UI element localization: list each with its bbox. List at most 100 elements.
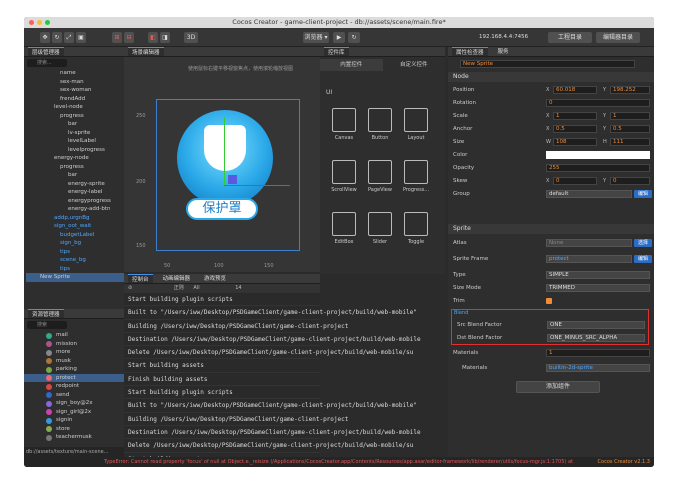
widget-item[interactable]: Progress...: [398, 157, 434, 199]
position-y-input[interactable]: 198.252: [610, 86, 650, 94]
asset-item[interactable]: parking: [24, 365, 124, 374]
add-component-button[interactable]: 添加组件: [516, 381, 600, 393]
materials-count[interactable]: 1: [546, 349, 650, 357]
console-tab[interactable]: 控制台: [128, 274, 153, 283]
x-axis-gizmo[interactable]: [224, 185, 290, 186]
hierarchy-node[interactable]: sign_bg: [26, 239, 124, 248]
hierarchy-node[interactable]: name: [26, 69, 124, 78]
material-input[interactable]: builtin-2d-sprite: [546, 364, 650, 372]
clear-icon[interactable]: ⊘: [128, 285, 132, 291]
skew-x-input[interactable]: 0: [553, 177, 597, 185]
hierarchy-node[interactable]: tips: [26, 248, 124, 257]
shield-sprite[interactable]: [177, 110, 273, 206]
center-icon[interactable]: ◨: [160, 32, 170, 43]
widget-item[interactable]: Canvas: [326, 105, 362, 147]
hierarchy-node[interactable]: progress: [26, 112, 124, 121]
hierarchy-node[interactable]: bar: [26, 171, 124, 180]
atlas-select-button[interactable]: 选择: [634, 239, 652, 247]
move-tool-icon[interactable]: ✥: [40, 32, 50, 43]
service-tab[interactable]: 服务: [494, 47, 513, 56]
hierarchy-node[interactable]: lv-sprite: [26, 129, 124, 138]
widget-item[interactable]: Toggle: [398, 209, 434, 251]
widget-item[interactable]: Layout: [398, 105, 434, 147]
close-button[interactable]: [29, 20, 34, 25]
hierarchy-node[interactable]: New Sprite: [26, 273, 124, 282]
assets-search[interactable]: 搜索: [27, 321, 67, 329]
opacity-input[interactable]: 255: [546, 164, 650, 172]
frame-edit-button[interactable]: 编辑: [634, 255, 652, 263]
widgets-tab[interactable]: 控件库: [324, 47, 349, 56]
rect-tool-icon[interactable]: ▣: [76, 32, 86, 43]
anchor-y-input[interactable]: 0.5: [610, 125, 650, 133]
asset-item[interactable]: store: [24, 425, 124, 434]
widget-item[interactable]: ScrollView: [326, 157, 362, 199]
size-w-input[interactable]: 108: [553, 138, 597, 146]
asset-item[interactable]: sign_girl@2x: [24, 408, 124, 417]
hierarchy-node[interactable]: scene_bg: [26, 256, 124, 265]
y-axis-gizmo[interactable]: [224, 117, 225, 185]
widget-item[interactable]: Button: [362, 105, 398, 147]
anchor-x-input[interactable]: 0.5: [553, 125, 597, 133]
rotate-tool-icon[interactable]: ↻: [52, 32, 62, 43]
hierarchy-node[interactable]: levelprogress: [26, 146, 124, 155]
hierarchy-node[interactable]: level-node: [26, 103, 124, 112]
hierarchy-node[interactable]: energyprogress: [26, 197, 124, 206]
sizemode-select[interactable]: TRIMMED: [546, 284, 650, 292]
console-tab[interactable]: 游戏预览: [200, 274, 230, 283]
console-tab[interactable]: 动画编辑器: [159, 274, 195, 283]
src-blend-select[interactable]: ONE: [547, 321, 645, 329]
scene-tab[interactable]: 场景编辑器: [128, 47, 164, 56]
zoom-button[interactable]: [45, 20, 50, 25]
size-h-input[interactable]: 111: [610, 138, 650, 146]
position-x-input[interactable]: 60.018: [553, 86, 597, 94]
widget-item[interactable]: Slider: [362, 209, 398, 251]
hierarchy-node[interactable]: energy-label: [26, 188, 124, 197]
gizmo-global-icon[interactable]: ⊟: [124, 32, 134, 43]
scale-x-input[interactable]: 1: [553, 112, 597, 120]
hierarchy-node[interactable]: sex-woman: [26, 86, 124, 95]
group-edit-button[interactable]: 编辑: [634, 190, 652, 198]
custom-tab[interactable]: 自定义控件: [383, 59, 446, 71]
hierarchy-node[interactable]: progress: [26, 163, 124, 172]
widget-item[interactable]: EditBox: [326, 209, 362, 251]
gizmo-handle[interactable]: [228, 175, 237, 184]
asset-item[interactable]: more: [24, 348, 124, 357]
hierarchy-node[interactable]: energy-node: [26, 154, 124, 163]
asset-item[interactable]: send: [24, 391, 124, 400]
hierarchy-node[interactable]: sign_oot_wait: [26, 222, 124, 231]
hierarchy-node[interactable]: frendAdd: [26, 95, 124, 104]
group-select[interactable]: default: [546, 190, 632, 198]
dst-blend-select[interactable]: ONE_MINUS_SRC_ALPHA: [547, 334, 645, 342]
hierarchy-node[interactable]: sex-man: [26, 78, 124, 87]
widget-item[interactable]: PageView: [362, 157, 398, 199]
asset-item[interactable]: musk: [24, 357, 124, 366]
editor-dir-button[interactable]: 编辑器目录: [596, 32, 640, 43]
color-swatch[interactable]: [546, 151, 650, 159]
atlas-input[interactable]: None: [546, 239, 632, 247]
asset-item[interactable]: sign_boy@2x: [24, 399, 124, 408]
refresh-button[interactable]: ↻: [348, 32, 360, 43]
assets-tab[interactable]: 资源管理器: [28, 309, 64, 318]
rotation-input[interactable]: 0: [546, 99, 650, 107]
3d-toggle[interactable]: 3D: [184, 32, 198, 43]
asset-item[interactable]: teachermusk: [24, 433, 124, 442]
scale-y-input[interactable]: 1: [610, 112, 650, 120]
inspector-tab[interactable]: 属性检查器: [452, 47, 488, 56]
trim-checkbox[interactable]: [546, 298, 552, 304]
node-name-input[interactable]: New Sprite: [460, 60, 635, 68]
node-section[interactable]: Node: [448, 72, 654, 82]
regex-toggle[interactable]: 正则: [174, 285, 184, 291]
skew-y-input[interactable]: 0: [610, 177, 650, 185]
hierarchy-node[interactable]: addp,urgnBg: [26, 214, 124, 223]
gizmo-local-icon[interactable]: ⊞: [112, 32, 122, 43]
project-dir-button[interactable]: 工程目录: [548, 32, 592, 43]
hierarchy-tab[interactable]: 层级管理器: [28, 47, 64, 56]
hierarchy-node[interactable]: levelLabel: [26, 137, 124, 146]
asset-item[interactable]: protect: [24, 373, 124, 382]
minimize-button[interactable]: [37, 20, 42, 25]
hierarchy-node[interactable]: bar: [26, 120, 124, 129]
asset-item[interactable]: signin: [24, 416, 124, 425]
sprite-section[interactable]: Sprite: [448, 224, 654, 234]
hierarchy-search[interactable]: 搜索...: [27, 59, 67, 67]
frame-input[interactable]: protect: [546, 255, 632, 263]
